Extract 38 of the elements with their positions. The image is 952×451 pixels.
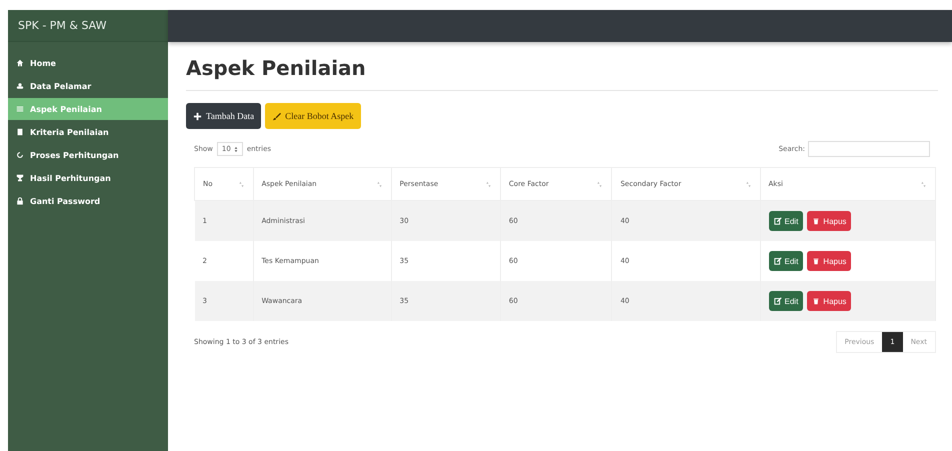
edit-icon	[774, 257, 782, 265]
edit-icon	[774, 217, 782, 225]
add-data-button[interactable]: Tambah Data	[186, 103, 262, 129]
delete-button[interactable]: Hapus	[807, 251, 852, 271]
page-title: Aspek Penilaian	[186, 56, 938, 91]
clear-button[interactable]: Clear Bobot Aspek	[265, 103, 361, 129]
home-icon	[16, 59, 24, 67]
lock-icon	[16, 197, 24, 205]
book-icon	[16, 128, 24, 136]
sidebar-item[interactable]: Kriteria Penilaian	[8, 121, 168, 143]
edit-icon	[774, 297, 782, 305]
sidebar-item[interactable]: Hasil Perhitungan	[8, 167, 168, 189]
edit-button[interactable]: Edit	[768, 291, 804, 311]
sidebar-item[interactable]: Proses Perhitungan	[8, 144, 168, 166]
sort-icon	[376, 180, 383, 188]
dropdown-icon	[234, 146, 238, 152]
trash-icon	[812, 297, 820, 305]
sort-icon	[596, 180, 604, 188]
sidebar-item[interactable]: Home	[8, 52, 168, 74]
list-icon	[16, 105, 24, 113]
sort-icon	[238, 180, 245, 188]
refresh-icon	[16, 151, 24, 159]
plus-icon	[193, 112, 202, 120]
brush-icon	[272, 112, 282, 120]
delete-button[interactable]: Hapus	[807, 211, 852, 231]
sidebar-item[interactable]: Ganti Password	[8, 190, 168, 212]
sidebar-item[interactable]: Data Pelamar	[8, 75, 168, 97]
sort-icon	[484, 180, 492, 188]
brand-title: SPK - PM & SAW	[8, 10, 168, 42]
users-icon	[16, 82, 24, 90]
trash-icon	[812, 257, 820, 265]
sort-icon	[920, 180, 927, 188]
delete-button[interactable]: Hapus	[807, 291, 852, 311]
edit-button[interactable]: Edit	[768, 211, 804, 231]
edit-button[interactable]: Edit	[768, 251, 804, 271]
sort-icon	[744, 180, 752, 188]
trash-icon	[812, 217, 820, 225]
trophy-icon	[16, 174, 24, 182]
